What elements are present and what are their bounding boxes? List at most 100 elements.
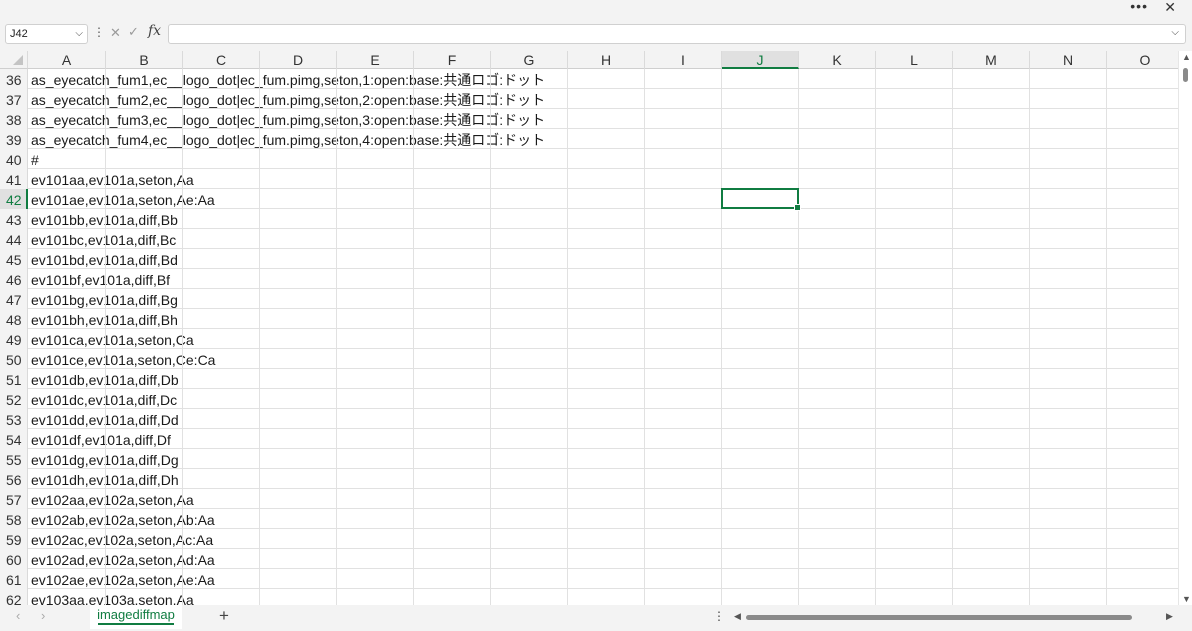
column-header-a[interactable]: A [28, 51, 106, 69]
formula-input[interactable]: ⌵ [168, 24, 1186, 44]
column-header-e[interactable]: E [337, 51, 414, 69]
fill-handle[interactable] [794, 204, 801, 211]
select-all-corner[interactable] [0, 51, 28, 69]
column-header-k[interactable]: K [799, 51, 876, 69]
row-header-59[interactable]: 59 [0, 529, 28, 549]
column-gridline [567, 69, 568, 605]
horizontal-scroll-thumb[interactable] [746, 615, 1132, 620]
row-header-42[interactable]: 42 [0, 189, 28, 209]
cell-a36[interactable]: as_eyecatch_fum1,ec__logo_dot|ec_fum.pim… [31, 69, 545, 89]
row-header-51[interactable]: 51 [0, 369, 28, 389]
row-gridline [28, 428, 1178, 429]
row-header-58[interactable]: 58 [0, 509, 28, 529]
cell-a37[interactable]: as_eyecatch_fum2,ec__logo_dot|ec_fum.pim… [31, 89, 545, 109]
expand-formula-icon[interactable]: ⌵ [1171, 27, 1179, 38]
cell-a40[interactable]: # [31, 149, 39, 169]
row-header-54[interactable]: 54 [0, 429, 28, 449]
row-header-46[interactable]: 46 [0, 269, 28, 289]
vertical-dots-icon[interactable]: ⋮ [713, 609, 725, 623]
column-gridline [1029, 69, 1030, 605]
vertical-dots-icon[interactable]: ⋮ [93, 25, 105, 39]
cell-a39[interactable]: as_eyecatch_fum4,ec__logo_dot|ec_fum.pim… [31, 129, 545, 149]
close-icon[interactable]: ✕ [1164, 0, 1176, 16]
column-gridline [259, 69, 260, 605]
column-header-i[interactable]: I [645, 51, 722, 69]
name-box[interactable]: J42 ⌵ [5, 24, 88, 44]
column-header-h[interactable]: H [568, 51, 645, 69]
row-gridline [28, 268, 1178, 269]
worksheet-grid[interactable]: ABCDEFGHIJKLMNO 36 37 38 39 40 41 42 43 44 45 46 47… [0, 51, 1192, 605]
cell-a42[interactable]: ev101ae,ev101a,seton,Ae:Aa [31, 189, 215, 209]
chevron-right-icon[interactable]: › [41, 608, 45, 623]
row-gridline [28, 328, 1178, 329]
row-header-55[interactable]: 55 [0, 449, 28, 469]
sheet-tab-imagediffmap[interactable]: imagediffmap [90, 605, 182, 629]
column-header-b[interactable]: B [106, 51, 183, 69]
cell-a46[interactable]: ev101bf,ev101a,diff,Bf [31, 269, 170, 289]
row-header-41[interactable]: 41 [0, 169, 28, 189]
vertical-scroll-thumb[interactable] [1183, 68, 1188, 82]
cell-a61[interactable]: ev102ae,ev102a,seton,Ae:Aa [31, 569, 215, 589]
row-header-62[interactable]: 62 [0, 589, 28, 605]
row-header-53[interactable]: 53 [0, 409, 28, 429]
cell-a57[interactable]: ev102aa,ev102a,seton,Aa [31, 489, 194, 509]
row-gridline [28, 468, 1178, 469]
column-gridline [336, 69, 337, 605]
name-box-value: J42 [10, 28, 28, 40]
row-header-52[interactable]: 52 [0, 389, 28, 409]
insert-function-button[interactable]: fx [148, 23, 161, 39]
row-header-43[interactable]: 43 [0, 209, 28, 229]
row-header-38[interactable]: 38 [0, 109, 28, 129]
column-header-f[interactable]: F [414, 51, 491, 69]
cell-a60[interactable]: ev102ad,ev102a,seton,Ad:Aa [31, 549, 215, 569]
row-header-36[interactable]: 36 [0, 69, 28, 89]
column-header-o[interactable]: O [1107, 51, 1184, 69]
column-header-d[interactable]: D [260, 51, 337, 69]
cell-a49[interactable]: ev101ca,ev101a,seton,Ca [31, 329, 194, 349]
add-sheet-icon[interactable]: + [219, 606, 229, 626]
scroll-up-icon[interactable]: ▲ [1182, 52, 1191, 62]
cell-a58[interactable]: ev102ab,ev102a,seton,Ab:Aa [31, 509, 215, 529]
chevron-down-icon[interactable]: ⌵ [75, 25, 83, 43]
row-header-61[interactable]: 61 [0, 569, 28, 589]
cell-a54[interactable]: ev101df,ev101a,diff,Df [31, 429, 171, 449]
row-header-45[interactable]: 45 [0, 249, 28, 269]
column-header-l[interactable]: L [876, 51, 953, 69]
more-options-icon[interactable]: ••• [1130, 0, 1148, 14]
scroll-right-icon[interactable]: ▶ [1166, 611, 1173, 622]
chevron-left-icon[interactable]: ‹ [16, 608, 20, 623]
row-header-56[interactable]: 56 [0, 469, 28, 489]
row-header-50[interactable]: 50 [0, 349, 28, 369]
row-header-47[interactable]: 47 [0, 289, 28, 309]
column-header-c[interactable]: C [183, 51, 260, 69]
row-header-48[interactable]: 48 [0, 309, 28, 329]
cell-a44[interactable]: ev101bc,ev101a,diff,Bc [31, 229, 176, 249]
column-header-n[interactable]: N [1030, 51, 1107, 69]
vertical-scrollbar[interactable]: ▲ ▼ [1178, 51, 1192, 605]
row-header-57[interactable]: 57 [0, 489, 28, 509]
scroll-down-icon[interactable]: ▼ [1182, 594, 1191, 604]
scroll-left-icon[interactable]: ◀ [734, 611, 741, 622]
row-header-49[interactable]: 49 [0, 329, 28, 349]
cell-a41[interactable]: ev101aa,ev101a,seton,Aa [31, 169, 194, 189]
cell-a59[interactable]: ev102ac,ev102a,seton,Ac:Aa [31, 529, 213, 549]
column-header-m[interactable]: M [953, 51, 1030, 69]
active-cell[interactable] [721, 188, 801, 211]
cancel-icon[interactable]: ✕ [110, 25, 121, 41]
row-gridline [28, 308, 1178, 309]
row-header-39[interactable]: 39 [0, 129, 28, 149]
column-gridline [105, 69, 106, 605]
row-gridline [28, 168, 1178, 169]
cell-area[interactable]: as_eyecatch_fum1,ec__logo_dot|ec_fum.pim… [28, 69, 1184, 605]
cell-a50[interactable]: ev101ce,ev101a,seton,Ce:Ca [31, 349, 215, 369]
column-header-g[interactable]: G [491, 51, 568, 69]
column-header-j[interactable]: J [722, 51, 799, 69]
row-header-37[interactable]: 37 [0, 89, 28, 109]
cell-a38[interactable]: as_eyecatch_fum3,ec__logo_dot|ec_fum.pim… [31, 109, 545, 129]
row-header-60[interactable]: 60 [0, 549, 28, 569]
row-header-44[interactable]: 44 [0, 229, 28, 249]
row-header-40[interactable]: 40 [0, 149, 28, 169]
row-gridline [28, 488, 1178, 489]
cell-a62[interactable]: ev103aa,ev103a,seton,Aa [31, 589, 194, 605]
check-icon[interactable]: ✓ [128, 24, 139, 40]
